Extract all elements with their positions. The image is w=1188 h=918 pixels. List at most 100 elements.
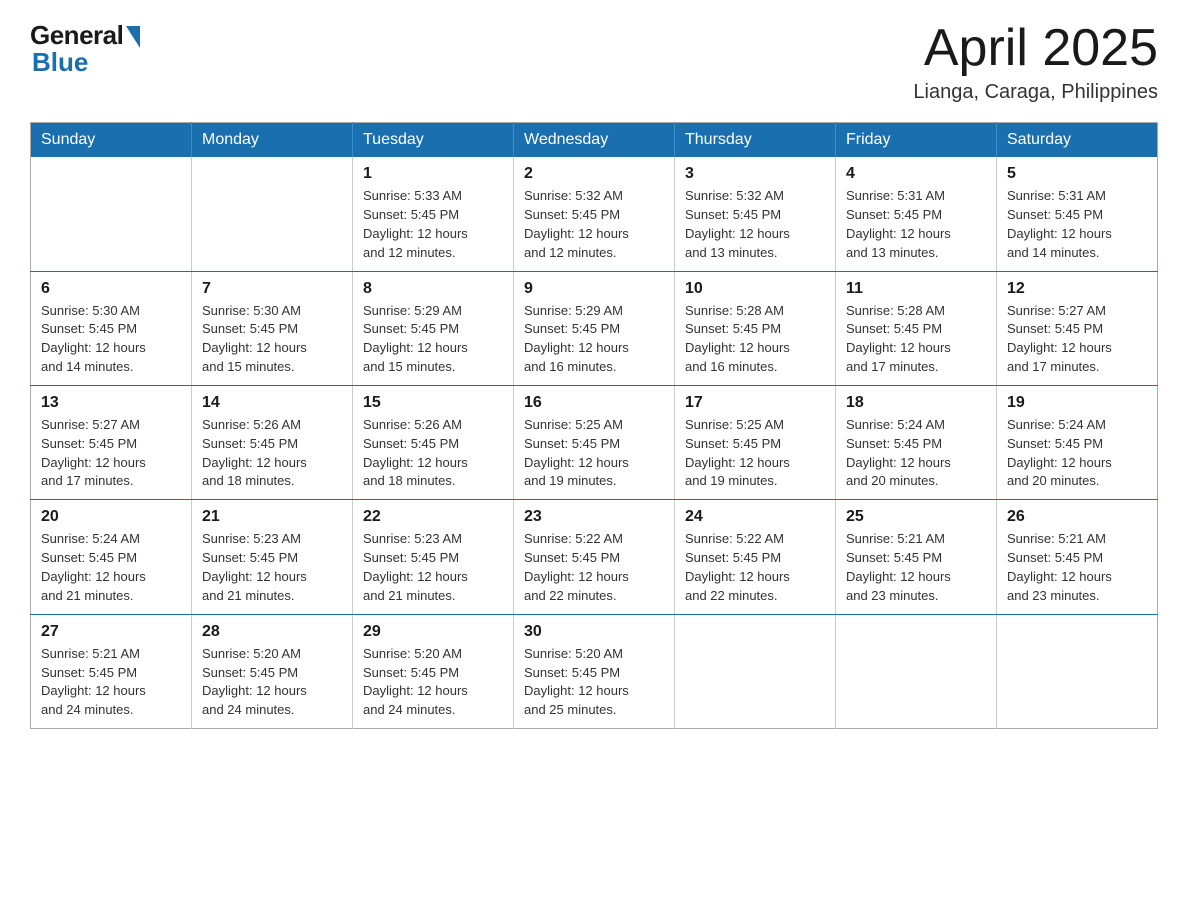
day-info: Sunrise: 5:24 AM Sunset: 5:45 PM Dayligh… [41,530,181,605]
day-info: Sunrise: 5:22 AM Sunset: 5:45 PM Dayligh… [524,530,664,605]
calendar-header-monday: Monday [192,123,353,158]
day-info: Sunrise: 5:21 AM Sunset: 5:45 PM Dayligh… [846,530,986,605]
calendar-header-row: SundayMondayTuesdayWednesdayThursdayFrid… [31,123,1158,158]
day-number: 25 [846,508,986,526]
calendar-cell: 20 Sunrise: 5:24 AM Sunset: 5:45 PM Dayli… [31,500,192,614]
day-info: Sunrise: 5:29 AM Sunset: 5:45 PM Dayligh… [524,302,664,377]
calendar-cell: 18 Sunrise: 5:24 AM Sunset: 5:45 PM Dayli… [836,385,997,499]
calendar-cell: 8 Sunrise: 5:29 AM Sunset: 5:45 PM Daylig… [353,271,514,385]
day-info: Sunrise: 5:33 AM Sunset: 5:45 PM Dayligh… [363,187,503,262]
day-number: 13 [41,394,181,412]
calendar-cell: 2 Sunrise: 5:32 AM Sunset: 5:45 PM Daylig… [514,157,675,271]
calendar-week-row: 1 Sunrise: 5:33 AM Sunset: 5:45 PM Daylig… [31,157,1158,271]
calendar-cell: 19 Sunrise: 5:24 AM Sunset: 5:45 PM Dayli… [997,385,1158,499]
day-number: 1 [363,165,503,183]
calendar-cell: 30 Sunrise: 5:20 AM Sunset: 5:45 PM Dayli… [514,614,675,728]
day-number: 3 [685,165,825,183]
day-info: Sunrise: 5:30 AM Sunset: 5:45 PM Dayligh… [41,302,181,377]
day-info: Sunrise: 5:32 AM Sunset: 5:45 PM Dayligh… [685,187,825,262]
day-number: 8 [363,280,503,298]
calendar-cell: 15 Sunrise: 5:26 AM Sunset: 5:45 PM Dayli… [353,385,514,499]
day-info: Sunrise: 5:21 AM Sunset: 5:45 PM Dayligh… [41,645,181,720]
day-info: Sunrise: 5:26 AM Sunset: 5:45 PM Dayligh… [363,416,503,491]
day-number: 4 [846,165,986,183]
day-info: Sunrise: 5:31 AM Sunset: 5:45 PM Dayligh… [1007,187,1147,262]
day-info: Sunrise: 5:21 AM Sunset: 5:45 PM Dayligh… [1007,530,1147,605]
day-number: 26 [1007,508,1147,526]
day-info: Sunrise: 5:28 AM Sunset: 5:45 PM Dayligh… [685,302,825,377]
calendar-cell: 14 Sunrise: 5:26 AM Sunset: 5:45 PM Dayli… [192,385,353,499]
calendar-week-row: 27 Sunrise: 5:21 AM Sunset: 5:45 PM Dayli… [31,614,1158,728]
title-section: April 2025 Lianga, Caraga, Philippines [913,20,1158,104]
day-number: 22 [363,508,503,526]
calendar-cell: 21Sunrise: 5:23 AM Sunset: 5:45 PM Dayli… [192,500,353,614]
day-info: Sunrise: 5:23 AM Sunset: 5:45 PM Dayligh… [363,530,503,605]
calendar-cell [997,614,1158,728]
calendar-cell: 1 Sunrise: 5:33 AM Sunset: 5:45 PM Daylig… [353,157,514,271]
day-info: Sunrise: 5:24 AM Sunset: 5:45 PM Dayligh… [1007,416,1147,491]
day-info: Sunrise: 5:24 AM Sunset: 5:45 PM Dayligh… [846,416,986,491]
day-info: Sunrise: 5:20 AM Sunset: 5:45 PM Dayligh… [363,645,503,720]
day-info: Sunrise: 5:25 AM Sunset: 5:45 PM Dayligh… [685,416,825,491]
calendar-header-wednesday: Wednesday [514,123,675,158]
day-number: 20 [41,508,181,526]
day-number: 28 [202,623,342,641]
logo-blue-text: Blue [30,47,88,78]
page-header: General Blue April 2025 Lianga, Caraga, … [30,20,1158,104]
calendar-cell: 29 Sunrise: 5:20 AM Sunset: 5:45 PM Dayli… [353,614,514,728]
calendar-cell: 25 Sunrise: 5:21 AM Sunset: 5:45 PM Dayli… [836,500,997,614]
day-info: Sunrise: 5:25 AM Sunset: 5:45 PM Dayligh… [524,416,664,491]
day-number: 11 [846,280,986,298]
day-number: 16 [524,394,664,412]
day-number: 10 [685,280,825,298]
calendar-cell [31,157,192,271]
day-info: Sunrise: 5:20 AM Sunset: 5:45 PM Dayligh… [524,645,664,720]
calendar-cell: 5Sunrise: 5:31 AM Sunset: 5:45 PM Daylig… [997,157,1158,271]
calendar-header-friday: Friday [836,123,997,158]
day-number: 15 [363,394,503,412]
calendar-cell: 9Sunrise: 5:29 AM Sunset: 5:45 PM Daylig… [514,271,675,385]
day-number: 27 [41,623,181,641]
calendar-cell: 3 Sunrise: 5:32 AM Sunset: 5:45 PM Daylig… [675,157,836,271]
day-number: 6 [41,280,181,298]
logo-triangle-icon [126,26,140,48]
calendar-header-sunday: Sunday [31,123,192,158]
calendar-cell: 17 Sunrise: 5:25 AM Sunset: 5:45 PM Dayli… [675,385,836,499]
calendar-cell: 27 Sunrise: 5:21 AM Sunset: 5:45 PM Dayli… [31,614,192,728]
day-info: Sunrise: 5:32 AM Sunset: 5:45 PM Dayligh… [524,187,664,262]
day-number: 12 [1007,280,1147,298]
day-info: Sunrise: 5:26 AM Sunset: 5:45 PM Dayligh… [202,416,342,491]
calendar-cell [675,614,836,728]
day-number: 7 [202,280,342,298]
calendar-cell: 24 Sunrise: 5:22 AM Sunset: 5:45 PM Dayli… [675,500,836,614]
day-info: Sunrise: 5:30 AM Sunset: 5:45 PM Dayligh… [202,302,342,377]
calendar-week-row: 13 Sunrise: 5:27 AM Sunset: 5:45 PM Dayli… [31,385,1158,499]
day-number: 19 [1007,394,1147,412]
day-info: Sunrise: 5:20 AM Sunset: 5:45 PM Dayligh… [202,645,342,720]
day-number: 29 [363,623,503,641]
day-info: Sunrise: 5:29 AM Sunset: 5:45 PM Dayligh… [363,302,503,377]
calendar-cell: 23Sunrise: 5:22 AM Sunset: 5:45 PM Dayli… [514,500,675,614]
calendar-cell: 12Sunrise: 5:27 AM Sunset: 5:45 PM Dayli… [997,271,1158,385]
month-title: April 2025 [913,20,1158,77]
day-number: 18 [846,394,986,412]
day-number: 17 [685,394,825,412]
calendar-cell: 22 Sunrise: 5:23 AM Sunset: 5:45 PM Dayli… [353,500,514,614]
calendar-cell: 28 Sunrise: 5:20 AM Sunset: 5:45 PM Dayli… [192,614,353,728]
day-number: 2 [524,165,664,183]
location-subtitle: Lianga, Caraga, Philippines [913,81,1158,104]
calendar-header-tuesday: Tuesday [353,123,514,158]
day-number: 14 [202,394,342,412]
day-info: Sunrise: 5:28 AM Sunset: 5:45 PM Dayligh… [846,302,986,377]
day-info: Sunrise: 5:31 AM Sunset: 5:45 PM Dayligh… [846,187,986,262]
calendar-cell: 6 Sunrise: 5:30 AM Sunset: 5:45 PM Daylig… [31,271,192,385]
day-number: 24 [685,508,825,526]
logo: General Blue [30,20,140,78]
calendar-header-saturday: Saturday [997,123,1158,158]
day-number: 30 [524,623,664,641]
day-info: Sunrise: 5:27 AM Sunset: 5:45 PM Dayligh… [41,416,181,491]
calendar-cell: 4 Sunrise: 5:31 AM Sunset: 5:45 PM Daylig… [836,157,997,271]
calendar-table: SundayMondayTuesdayWednesdayThursdayFrid… [30,122,1158,729]
day-info: Sunrise: 5:22 AM Sunset: 5:45 PM Dayligh… [685,530,825,605]
calendar-cell [192,157,353,271]
